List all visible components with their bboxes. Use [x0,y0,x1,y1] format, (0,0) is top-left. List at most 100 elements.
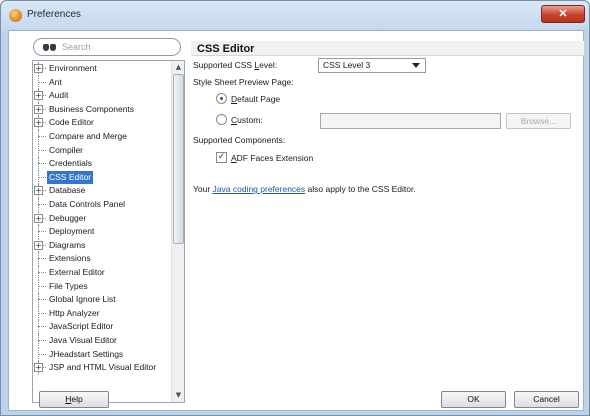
tree-item-label: Code Editor [49,117,94,128]
default-page-radio[interactable] [216,93,227,104]
tree-item[interactable]: Compare and Merge [33,130,171,144]
tree-item-label: Diagrams [49,239,86,250]
tree-item-label: Debugger [49,212,87,223]
expand-plus-icon[interactable]: + [34,91,43,101]
default-page-label: Default Page [231,94,281,104]
tree-item-label: External Editor [49,267,105,277]
tree-item[interactable]: + Debugger [33,211,171,226]
title-bar: Preferences ✕ [1,1,589,30]
tree-branch-line [38,163,46,165]
tree-item-label: CSS Editor [47,170,94,184]
tree-item[interactable]: Http Analyzer [33,306,171,321]
chevron-down-icon [412,63,420,68]
css-level-value: CSS Level 3 [323,60,371,70]
tree-item[interactable]: Ant [33,75,171,90]
tree-item[interactable]: JavaScript Editor [33,320,171,334]
tree-branch-line [38,176,46,178]
adf-faces-checkbox[interactable]: ✓ [216,152,227,163]
preferences-tree[interactable]: + JSP and HTML Visual Editor JHeadstart Se… [32,60,185,403]
tree-branch-line [38,285,46,287]
tree-item[interactable]: Data Controls Panel [33,198,171,212]
expand-plus-icon[interactable]: + [34,104,43,114]
tree-branch-line [38,136,46,137]
expand-plus-icon[interactable]: + [34,363,43,373]
tree-item-label: Data Controls Panel [49,199,126,209]
tree-branch-line [38,326,46,328]
tree-item[interactable]: JHeadstart Settings [33,347,171,362]
tree-branch-line [38,204,46,205]
help-button[interactable]: Help [39,391,109,408]
window-title: Preferences [27,9,81,20]
css-level-select[interactable]: CSS Level 3 [318,58,426,73]
tree-branch-line [38,353,46,355]
tree-branch-line [38,340,46,341]
tree-item-label: JHeadstart Settings [49,348,124,359]
tree-item-label: Compare and Merge [49,131,127,141]
scroll-down-icon[interactable]: ▼ [173,390,184,401]
tree-item[interactable]: + Database [33,184,171,198]
tree-item[interactable]: External Editor [33,266,171,280]
tree-item-label: Audit [49,90,69,101]
tree-item-label: Global Ignore List [49,294,116,305]
tree-item[interactable]: + JSP and HTML Visual Editor [33,361,171,375]
tree-item-label: Compiler [49,144,84,155]
search-placeholder: Search [62,42,91,52]
browse-button[interactable]: Browse... [506,113,571,129]
custom-page-field[interactable] [320,113,501,129]
supported-components-label: Supported Components: [193,135,286,145]
tree-item[interactable]: + Audit [33,89,171,103]
expand-plus-icon[interactable]: + [34,240,43,250]
tree-branch-line [38,272,46,273]
tree-item[interactable]: + Code Editor [33,116,171,130]
tree-item[interactable]: + Environment [33,62,171,76]
search-input[interactable]: Search [33,38,181,56]
tree-item-label: Deployment [49,226,95,237]
tree-item[interactable]: Deployment [33,225,171,239]
tree-item-label: Credentials [49,158,92,169]
panel-title: CSS Editor [197,43,255,55]
tree-item[interactable]: File Types [33,279,171,294]
tree-item-label: Database [49,185,86,196]
app-icon [9,9,22,22]
scroll-up-icon[interactable]: ▲ [173,62,184,73]
tree-item[interactable]: Global Ignore List [33,293,171,307]
expand-plus-icon[interactable]: + [34,64,43,73]
tree-item-label: JSP and HTML Visual Editor [49,362,157,373]
cancel-button[interactable]: Cancel [514,391,579,408]
close-button[interactable]: ✕ [541,5,585,23]
tree-scrollbar[interactable]: ▲ ▼ [171,61,184,402]
tree-branch-line [38,149,46,151]
tree-item[interactable]: + Business Components [33,102,171,117]
tree-branch-line [38,81,46,83]
expand-plus-icon[interactable]: + [34,213,43,223]
tree-item-label: JavaScript Editor [49,321,114,332]
tree-item-label: Http Analyzer [49,307,100,318]
css-level-label: Supported CSS Level: [193,60,278,70]
coding-preferences-note: Your Java coding preferences also apply … [193,184,416,194]
tree-item[interactable]: Extensions [33,252,171,266]
tree-item-label: File Types [49,280,88,291]
expand-plus-icon[interactable]: + [34,186,43,196]
tree-item[interactable]: Credentials [33,157,171,171]
tree-item-label: Extensions [49,253,91,264]
tree-item[interactable]: Java Visual Editor [33,334,171,348]
scrollbar-thumb[interactable] [173,74,184,244]
tree-item-label: Java Visual Editor [49,335,117,345]
custom-page-label: Custom: [231,115,263,125]
tree-branch-line [38,299,46,301]
binoculars-icon [43,42,57,52]
preview-page-label: Style Sheet Preview Page: [193,77,294,87]
expand-plus-icon[interactable]: + [34,118,43,128]
tree-branch-line [38,258,46,260]
tree-item[interactable]: CSS Editor [33,170,171,185]
tree-branch-line [38,312,46,314]
tree-item-label: Business Components [49,103,135,114]
tree-item[interactable]: + Diagrams [33,238,171,253]
tree-item[interactable]: Compiler [33,143,171,158]
dialog-body: Search + JSP and HTML Visual Editor JHeads… [8,30,584,411]
tree-item-label: Ant [49,76,62,87]
custom-page-radio[interactable] [216,114,227,125]
tree-branch-line [38,231,46,233]
java-coding-preferences-link[interactable]: Java coding preferences [213,184,306,194]
ok-button[interactable]: OK [441,391,506,408]
